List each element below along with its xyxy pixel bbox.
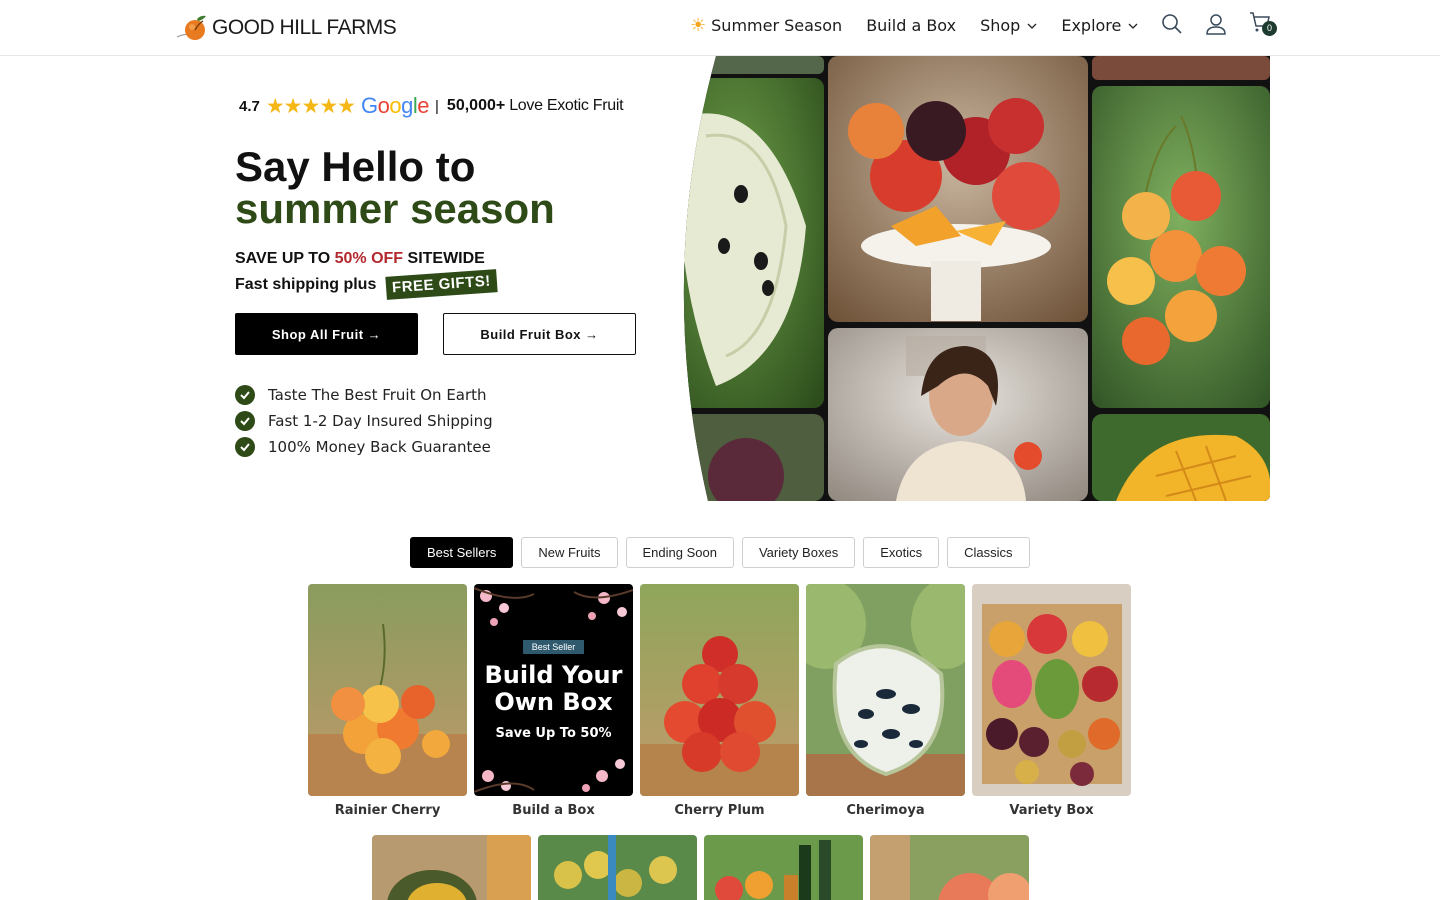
byob-title-line-2: Own Box <box>494 687 613 716</box>
headline-line-1: Say Hello to <box>235 143 476 190</box>
product-image[interactable] <box>972 584 1131 796</box>
product-name[interactable]: Cherimoya <box>806 803 965 818</box>
shop-all-fruit-button[interactable]: Shop All Fruit → <box>235 313 418 355</box>
logo-fruit-icon <box>176 15 206 40</box>
feature-list: Taste The Best Fruit On Earth Fast 1-2 D… <box>235 382 493 460</box>
tab-exotics[interactable]: Exotics <box>863 537 940 568</box>
shipping-text: Fast shipping plus <box>235 275 377 293</box>
build-fruit-box-button[interactable]: Build Fruit Box → <box>443 313 636 355</box>
tab-variety-boxes[interactable]: Variety Boxes <box>741 537 856 568</box>
hero-headline: Say Hello to summer season <box>235 146 555 230</box>
google-logo: Google <box>361 93 430 118</box>
product-image[interactable]: Best Seller Build Your Own Box Save Up T… <box>474 584 633 796</box>
account-icon[interactable] <box>1204 12 1228 36</box>
customer-count: 50,000+ <box>446 97 506 114</box>
nav-label: Explore <box>1061 16 1122 35</box>
chevron-down-icon <box>1027 23 1037 29</box>
nav-label: Build a Box <box>866 16 957 35</box>
check-icon <box>235 411 255 431</box>
chevron-down-icon <box>1128 23 1138 29</box>
rating-bar: 4.7 ★★★★★ Google | 50,000+ Love Exotic F… <box>239 93 624 118</box>
main-nav: ☀ Summer Season Build a Box Shop Explore <box>690 16 1162 35</box>
check-icon <box>235 437 255 457</box>
tab-new-fruits[interactable]: New Fruits <box>521 537 618 568</box>
nav-label: Summer Season <box>711 16 843 35</box>
tab-classics[interactable]: Classics <box>947 537 1030 568</box>
product-image[interactable] <box>538 835 697 900</box>
product-card-build-a-box[interactable]: Best Seller Build Your Own Box Save Up T… <box>474 584 633 818</box>
rating-separator: | <box>435 97 439 115</box>
site-header: GOOD HILL FARMS ☀ Summer Season Build a … <box>0 0 1440 56</box>
headline-line-2: summer season <box>235 185 555 232</box>
product-name[interactable]: Rainier Cherry <box>308 803 467 818</box>
product-image[interactable] <box>308 584 467 796</box>
brand-logo[interactable]: GOOD HILL FARMS <box>175 12 397 44</box>
collage-graphic <box>676 56 1270 501</box>
product-name[interactable]: Build a Box <box>474 803 633 818</box>
feature-item: Fast 1-2 Day Insured Shipping <box>235 408 493 434</box>
header-actions: 0 <box>1160 10 1277 38</box>
nav-build-a-box[interactable]: Build a Box <box>866 16 956 35</box>
promo-highlight: 50% OFF <box>334 250 404 267</box>
rating-stars: ★★★★★ <box>265 93 356 118</box>
tab-best-sellers[interactable]: Best Sellers <box>410 537 514 568</box>
byob-subtitle: Save Up To 50% <box>495 725 612 741</box>
product-card-variety-box[interactable]: Variety Box <box>972 584 1131 818</box>
feature-item: 100% Money Back Guarantee <box>235 434 493 460</box>
customer-tagline: Love Exotic Fruit <box>509 97 624 114</box>
check-icon <box>235 385 255 405</box>
nav-label: Shop <box>980 16 1021 35</box>
collection-tabs: Best Sellers New Fruits Ending Soon Vari… <box>410 537 1038 568</box>
product-image[interactable] <box>372 835 531 900</box>
product-image[interactable] <box>704 835 863 900</box>
product-name[interactable]: Cherry Plum <box>640 803 799 818</box>
product-grid: Rainier Cherry Best Seller Build Your Ow… <box>308 584 1138 818</box>
nav-explore[interactable]: Explore <box>1061 16 1138 35</box>
product-card-cherimoya[interactable]: Cherimoya <box>806 584 965 818</box>
brand-name: GOOD HILL FARMS <box>212 16 397 39</box>
nav-shop[interactable]: Shop <box>980 16 1037 35</box>
product-image[interactable] <box>806 584 965 796</box>
product-image[interactable] <box>640 584 799 796</box>
cart-button[interactable]: 0 <box>1248 10 1277 38</box>
rating-score: 4.7 <box>239 97 260 115</box>
nav-summer-season[interactable]: ☀ Summer Season <box>690 16 842 35</box>
feature-text: Taste The Best Fruit On Earth <box>268 386 487 404</box>
product-name[interactable]: Variety Box <box>972 803 1131 818</box>
product-grid-row-2 <box>372 835 1036 900</box>
feature-item: Taste The Best Fruit On Earth <box>235 382 493 408</box>
product-card-rainier-cherry[interactable]: Rainier Cherry <box>308 584 467 818</box>
free-gifts-tag: FREE GIFTS! <box>385 269 498 300</box>
tab-ending-soon[interactable]: Ending Soon <box>625 537 734 568</box>
byob-title-line-1: Build Your <box>484 660 623 689</box>
cart-count-badge: 0 <box>1262 21 1277 36</box>
feature-text: Fast 1-2 Day Insured Shipping <box>268 412 493 430</box>
feature-text: 100% Money Back Guarantee <box>268 438 491 456</box>
product-image[interactable] <box>870 835 1029 900</box>
sun-icon: ☀ <box>690 14 707 36</box>
product-card-cherry-plum[interactable]: Cherry Plum <box>640 584 799 818</box>
promo-suffix: SITEWIDE <box>407 250 485 267</box>
promo-line: SAVE UP TO 50% OFF SITEWIDE <box>235 250 485 268</box>
shipping-line: Fast shipping plus FREE GIFTS! <box>235 269 498 300</box>
search-icon[interactable] <box>1160 12 1184 36</box>
hero-image-collage <box>676 56 1270 501</box>
promo-prefix: SAVE UP TO <box>235 250 331 267</box>
